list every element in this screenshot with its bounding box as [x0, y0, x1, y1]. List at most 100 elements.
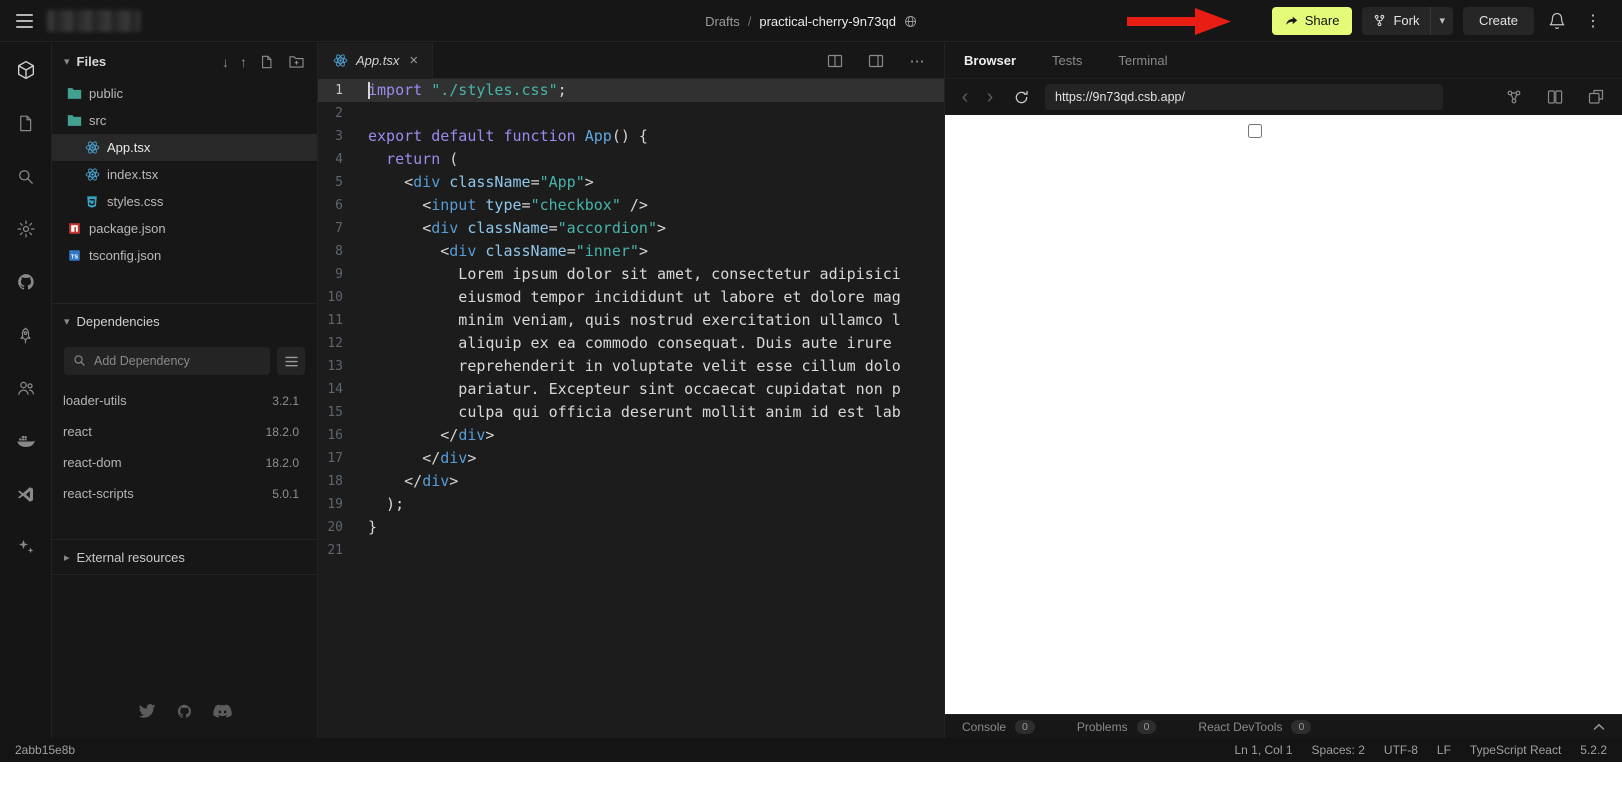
code-line[interactable]: 10 eiusmod tempor incididunt ut labore e… — [318, 286, 944, 309]
react-icon — [84, 167, 100, 182]
chevron-up-icon[interactable] — [1593, 723, 1605, 731]
layout-preview-icon[interactable] — [863, 48, 889, 74]
text-cursor — [368, 82, 370, 99]
console-bar-item[interactable]: React DevTools 0 — [1198, 719, 1312, 734]
search-icon[interactable] — [13, 163, 39, 189]
file-tree-item[interactable]: styles.css — [52, 188, 317, 215]
main-menu-icon[interactable] — [16, 13, 33, 28]
code-line[interactable]: 15 culpa qui officia deserunt mollit ani… — [318, 401, 944, 424]
discord-icon[interactable] — [212, 700, 234, 722]
refresh-icon[interactable] — [1008, 84, 1034, 110]
share-button[interactable]: Share — [1271, 6, 1353, 35]
files-rail-icon[interactable] — [13, 110, 39, 136]
codesandbox-logo-icon[interactable] — [13, 57, 39, 83]
code-line[interactable]: 20} — [318, 516, 944, 539]
code-line[interactable]: 3 export default function App() { — [318, 125, 944, 148]
split-editor-icon[interactable] — [822, 48, 848, 74]
file-tree-item[interactable]: TS tsconfig.json — [52, 242, 317, 269]
status-bar-item[interactable]: UTF-8 — [1384, 743, 1418, 757]
github-icon[interactable] — [13, 269, 39, 295]
code-line[interactable]: 18 </div> — [318, 470, 944, 493]
ai-sparkles-icon[interactable] — [13, 534, 39, 560]
code-line[interactable]: 9 Lorem ipsum dolor sit amet, consectetu… — [318, 263, 944, 286]
status-bar-item[interactable]: LF — [1437, 743, 1451, 757]
dependencies-caret-icon[interactable]: ▾ — [64, 315, 70, 328]
create-button[interactable]: Create — [1462, 6, 1534, 35]
code-line[interactable]: 8 <div className="inner"> — [318, 240, 944, 263]
more-options-kebab-icon[interactable]: ⋮ — [1580, 8, 1606, 34]
preview-tab-browser[interactable]: Browser — [964, 53, 1016, 68]
new-file-icon[interactable] — [258, 53, 276, 71]
export-download-icon[interactable]: ↓ — [222, 55, 229, 69]
status-bar-item[interactable]: Spaces: 2 — [1312, 743, 1365, 757]
fork-button[interactable]: Fork ▾ — [1362, 6, 1453, 35]
file-tree-item[interactable]: package.json — [52, 215, 317, 242]
code-line[interactable]: 11 minim veniam, quis nostrud exercitati… — [318, 309, 944, 332]
url-bar[interactable] — [1045, 84, 1443, 110]
external-resources-header[interactable]: ▸ External resources — [52, 539, 317, 575]
line-number: 4 — [335, 152, 343, 167]
devtools-nodes-icon[interactable] — [1501, 84, 1527, 110]
css-icon — [84, 195, 100, 209]
breadcrumb-folder[interactable]: Drafts — [705, 14, 740, 29]
status-bar-item[interactable]: Ln 1, Col 1 — [1234, 743, 1292, 757]
file-tree-item[interactable]: App.tsx — [52, 134, 317, 161]
code-line[interactable]: 2 — [318, 102, 944, 125]
deployment-rocket-icon[interactable] — [13, 322, 39, 348]
console-bar-item[interactable]: Problems 0 — [1077, 719, 1157, 734]
dependency-version: 5.0.1 — [272, 486, 299, 501]
dependency-row[interactable]: react-dom 18.2.0 — [52, 447, 317, 478]
visibility-globe-icon[interactable] — [904, 15, 917, 28]
preview-checkbox[interactable] — [1248, 124, 1262, 138]
collaborators-users-icon[interactable] — [13, 375, 39, 401]
file-tree-item[interactable]: public — [52, 80, 317, 107]
code-line[interactable]: 16 </div> — [318, 424, 944, 447]
code-line[interactable]: 13 reprehenderit in voluptate velit esse… — [318, 355, 944, 378]
code-line[interactable]: 6 <input type="checkbox" /> — [318, 194, 944, 217]
code-editor: App.tsx × ⋯ 1 import "./styles.css"; 2 3 exp… — [318, 43, 944, 738]
code-line[interactable]: 7 <div className="accordion"> — [318, 217, 944, 240]
code-line[interactable]: 12 aliquip ex ea commodo consequat. Duis… — [318, 332, 944, 355]
back-icon[interactable]: ‹ — [958, 87, 972, 107]
file-tree-item[interactable]: index.tsx — [52, 161, 317, 188]
preview-tab-tests[interactable]: Tests — [1052, 53, 1082, 68]
preview-tab-terminal[interactable]: Terminal — [1118, 53, 1167, 68]
settings-gear-icon[interactable] — [13, 216, 39, 242]
code-line[interactable]: 19 ); — [318, 493, 944, 516]
open-in-new-window-icon[interactable] — [1583, 84, 1609, 110]
status-bar-item[interactable]: 5.2.2 — [1580, 743, 1607, 757]
docker-icon[interactable] — [13, 428, 39, 454]
files-panel-header: ▾ Files ↓ ↑ — [52, 43, 317, 80]
code-line[interactable]: 5 <div className="App"> — [318, 171, 944, 194]
github-icon[interactable] — [174, 700, 196, 722]
editor-tab-app-tsx[interactable]: App.tsx × — [318, 43, 434, 79]
vscode-icon[interactable] — [13, 481, 39, 507]
code-line[interactable]: 17 </div> — [318, 447, 944, 470]
twitter-icon[interactable] — [136, 700, 158, 722]
code-line[interactable]: 1 import "./styles.css"; — [318, 79, 944, 102]
split-preview-icon[interactable] — [1542, 84, 1568, 110]
status-bar-item[interactable]: TypeScript React — [1470, 743, 1561, 757]
line-number: 15 — [327, 405, 343, 420]
dependency-row[interactable]: react 18.2.0 — [52, 416, 317, 447]
dependency-list-filter-icon[interactable] — [277, 347, 305, 375]
line-content: </div> — [440, 426, 495, 444]
add-dependency-input[interactable] — [64, 347, 270, 375]
code-line[interactable]: 4 return ( — [318, 148, 944, 171]
forward-icon[interactable]: › — [983, 87, 997, 107]
file-tree-item[interactable]: src — [52, 107, 317, 134]
dependency-row[interactable]: loader-utils 3.2.1 — [52, 385, 317, 416]
new-folder-icon[interactable] — [287, 53, 305, 71]
upload-icon[interactable]: ↑ — [240, 55, 247, 69]
code-line[interactable]: 14 pariatur. Excepteur sint occaecat cup… — [318, 378, 944, 401]
console-bar-item[interactable]: Console 0 — [962, 719, 1035, 734]
fork-dropdown-caret[interactable]: ▾ — [1430, 6, 1453, 35]
dependency-row[interactable]: react-scripts 5.0.1 — [52, 478, 317, 509]
files-caret-icon[interactable]: ▾ — [64, 55, 70, 68]
editor-more-options-icon[interactable]: ⋯ — [904, 48, 930, 74]
dependencies-header[interactable]: ▾ Dependencies — [52, 303, 317, 339]
sandbox-title[interactable]: practical-cherry-9n73qd — [759, 14, 896, 29]
close-tab-icon[interactable]: × — [407, 52, 420, 69]
code-line[interactable]: 21 — [318, 539, 944, 562]
notifications-bell-icon[interactable] — [1544, 8, 1570, 34]
